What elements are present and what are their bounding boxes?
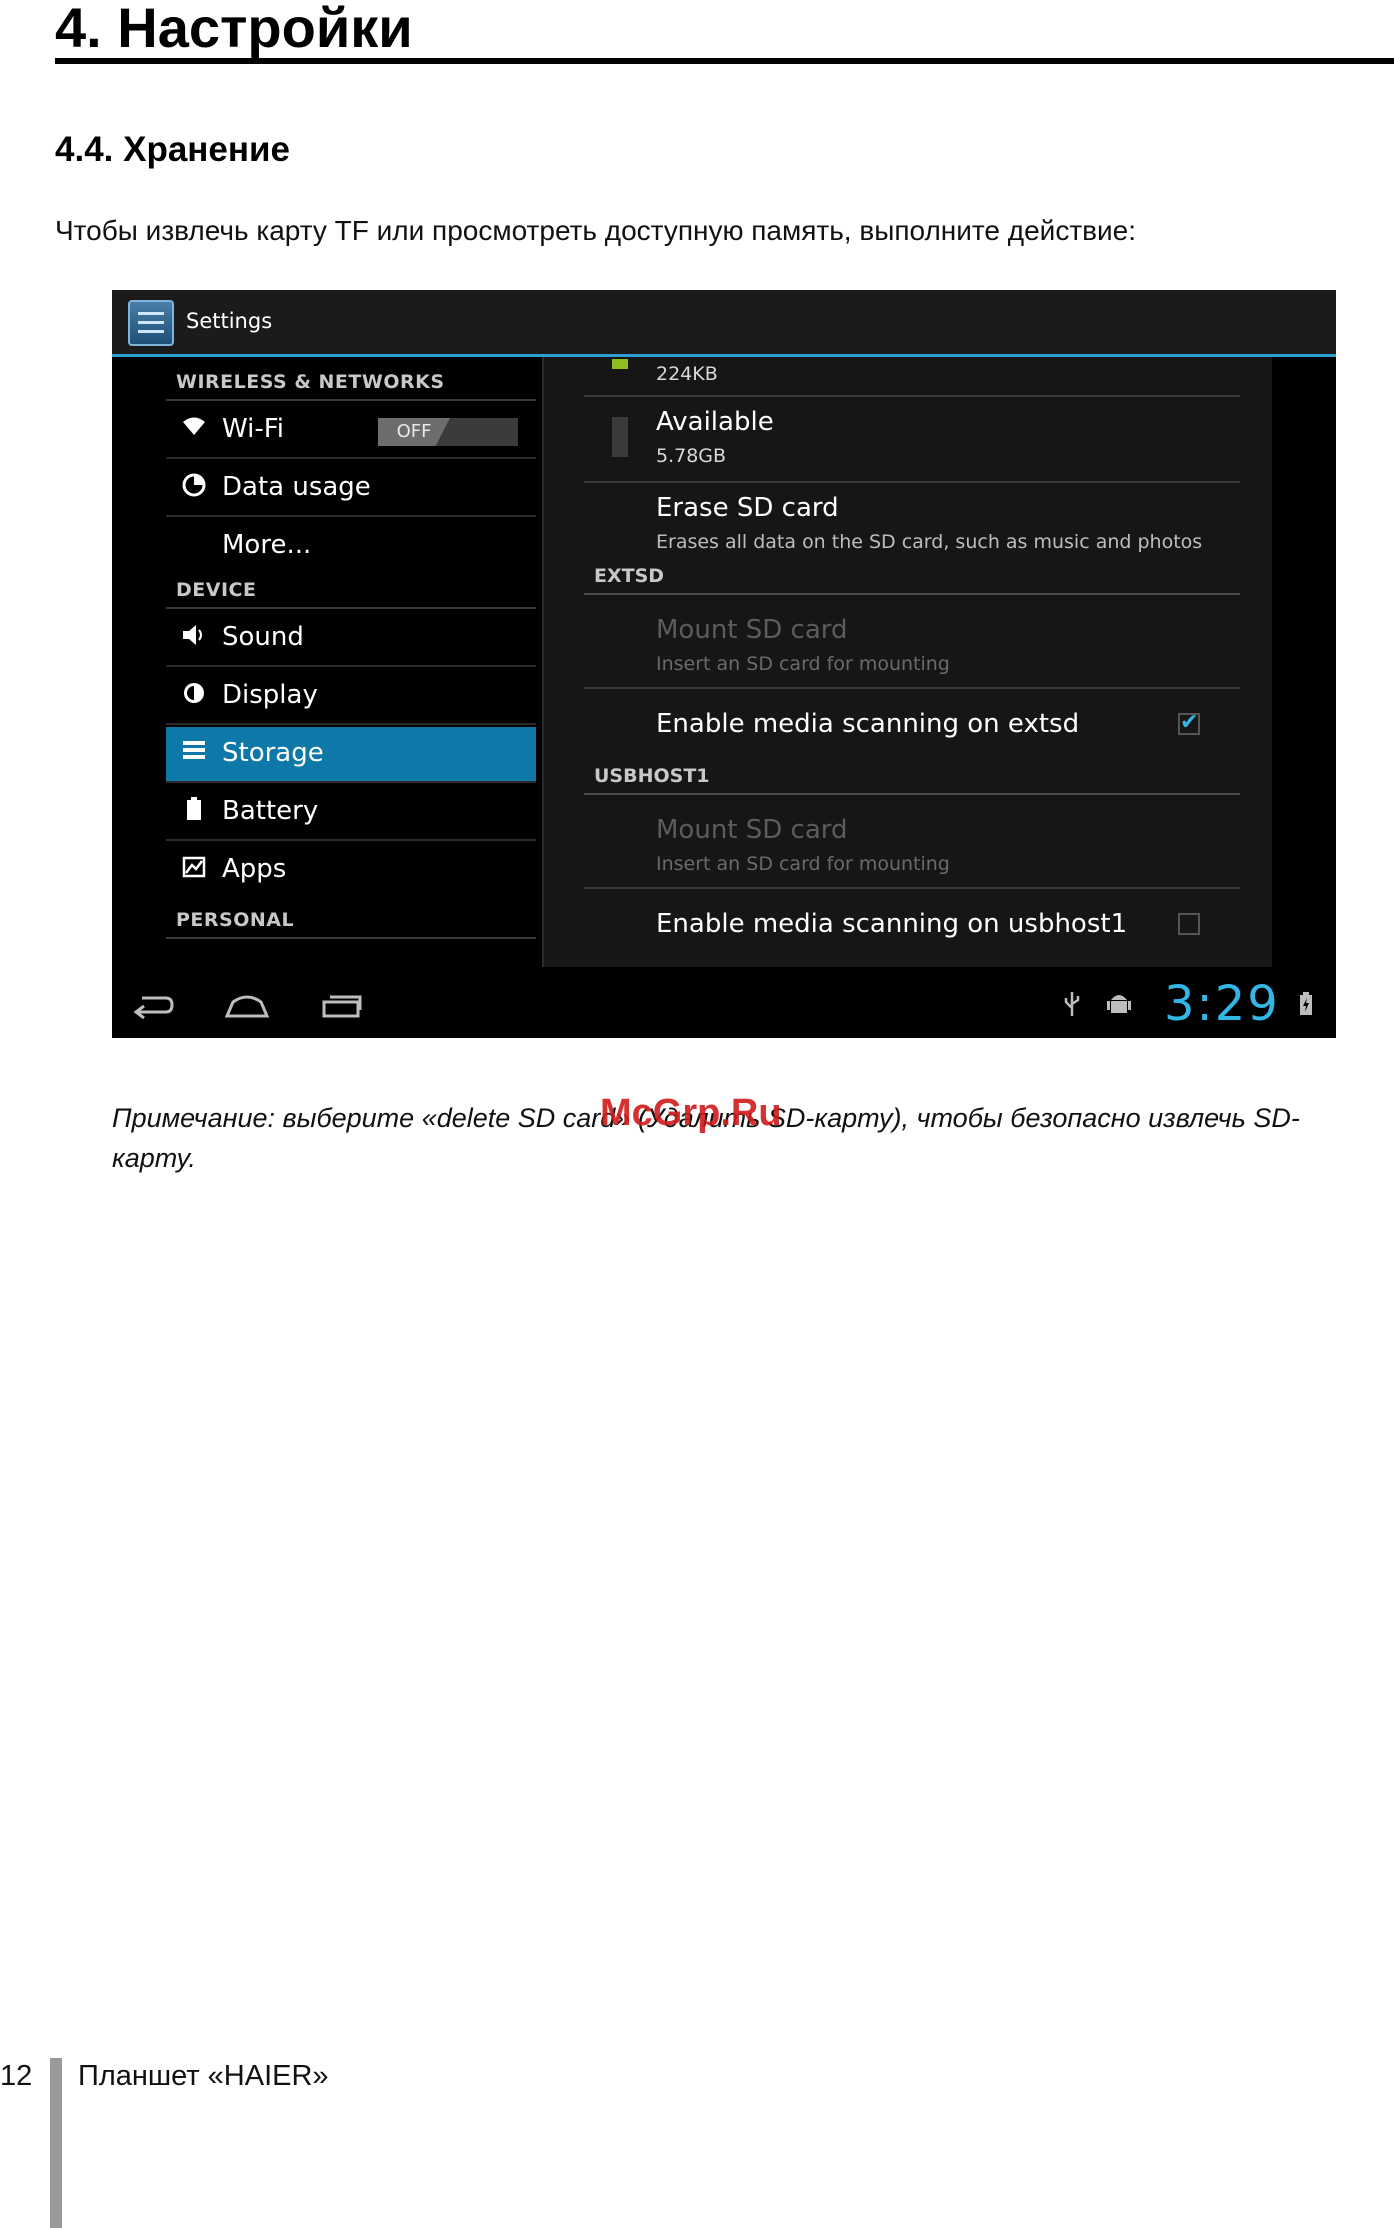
home-icon[interactable] <box>224 990 270 1028</box>
intro-paragraph: Чтобы извлечь карту TF или просмотреть д… <box>55 215 1137 246</box>
erase-subtitle: Erases all data on the SD card, such as … <box>656 531 1203 553</box>
watermark: McGrp.Ru <box>600 1092 782 1134</box>
sidebar-item-battery[interactable]: Battery <box>166 785 536 841</box>
wifi-icon <box>180 415 208 443</box>
extsd-scan-row[interactable]: Enable media scanning on extsd ✔ <box>584 689 1240 763</box>
category-usbhost1: USBHOST1 <box>584 765 1240 795</box>
settings-app-icon <box>128 300 174 346</box>
available-row: Available 5.78GB <box>584 397 1240 483</box>
footer-title: Планшет «HAIER» <box>78 2060 329 2092</box>
settings-sidebar: WIRELESS & NETWORKS Wi-Fi OFF Data usage… <box>166 357 536 964</box>
sidebar-item-label: Battery <box>222 796 319 826</box>
sidebar-item-label: More... <box>222 530 312 560</box>
scan-title: Enable media scanning on usbhost1 <box>656 909 1128 939</box>
sidebar-item-label: Sound <box>222 622 304 652</box>
section-title: 4.4. Хранение <box>55 130 291 169</box>
sidebar-item-storage[interactable]: Storage <box>166 727 536 783</box>
recent-apps-icon[interactable] <box>320 990 364 1028</box>
android-settings-screenshot: Settings WIRELESS & NETWORKS Wi-Fi OFF D… <box>112 290 1336 1038</box>
misc-swatch <box>612 359 628 369</box>
erase-sd-card-row[interactable]: Erase SD card Erases all data on the SD … <box>584 483 1240 553</box>
header-wireless-networks: WIRELESS & NETWORKS <box>166 371 536 401</box>
sidebar-item-apps[interactable]: Apps <box>166 843 536 899</box>
usbhost-mount-row[interactable]: Mount SD card Insert an SD card for moun… <box>584 801 1240 889</box>
sidebar-item-label: Display <box>222 680 318 710</box>
battery-icon <box>180 797 208 825</box>
sidebar-item-label: Wi-Fi <box>222 414 285 444</box>
speaker-icon <box>180 623 208 651</box>
available-swatch <box>612 417 628 457</box>
chapter-title: 4. Настройки <box>55 0 1394 64</box>
sidebar-item-label: Storage <box>222 738 324 768</box>
storage-panel: 224KB Available 5.78GB Erase SD card Era… <box>542 357 1272 967</box>
sidebar-item-label: Data usage <box>222 472 371 502</box>
sidebar-item-wifi[interactable]: Wi-Fi OFF <box>166 403 536 459</box>
data-usage-icon <box>180 473 208 501</box>
usbhost-scan-row[interactable]: Enable media scanning on usbhost1 <box>584 889 1240 963</box>
system-navigation-bar: 3:29 <box>112 972 1336 1038</box>
storage-icon <box>180 739 208 767</box>
category-extsd: EXTSD <box>584 565 1240 595</box>
footer-divider <box>50 2058 62 2228</box>
erase-title: Erase SD card <box>656 493 839 523</box>
sidebar-item-label: Apps <box>222 854 287 884</box>
toggle-off-label: OFF <box>378 418 450 446</box>
usbhost-scan-checkbox[interactable] <box>1178 913 1200 935</box>
usb-icon <box>1062 990 1082 1026</box>
misc-size: 224KB <box>656 363 718 385</box>
sidebar-item-more[interactable]: More... <box>166 519 536 575</box>
available-title: Available <box>656 407 774 437</box>
battery-charging-icon <box>1298 990 1314 1026</box>
available-value: 5.78GB <box>656 445 727 467</box>
mount-title: Mount SD card <box>656 815 848 845</box>
back-icon[interactable] <box>132 990 176 1028</box>
header-personal: PERSONAL <box>166 909 536 939</box>
header-device: DEVICE <box>166 579 536 609</box>
page-number: 12 <box>0 2060 33 2092</box>
app-title: Settings <box>186 309 273 333</box>
display-icon <box>180 681 208 709</box>
extsd-mount-row[interactable]: Mount SD card Insert an SD card for moun… <box>584 601 1240 689</box>
action-bar: Settings <box>112 290 1336 357</box>
misc-storage-row: 224KB <box>584 357 1240 397</box>
mount-subtitle: Insert an SD card for mounting <box>656 853 950 875</box>
sidebar-item-data-usage[interactable]: Data usage <box>166 461 536 517</box>
scan-title: Enable media scanning on extsd <box>656 709 1080 739</box>
sidebar-item-display[interactable]: Display <box>166 669 536 725</box>
wifi-toggle[interactable]: OFF <box>378 418 518 446</box>
android-debug-icon <box>1106 990 1132 1026</box>
mount-subtitle: Insert an SD card for mounting <box>656 653 950 675</box>
status-clock: 3:29 <box>1164 976 1280 1032</box>
extsd-scan-checkbox[interactable]: ✔ <box>1178 712 1200 735</box>
sidebar-item-sound[interactable]: Sound <box>166 611 536 667</box>
mount-title: Mount SD card <box>656 615 848 645</box>
apps-icon <box>180 855 208 883</box>
